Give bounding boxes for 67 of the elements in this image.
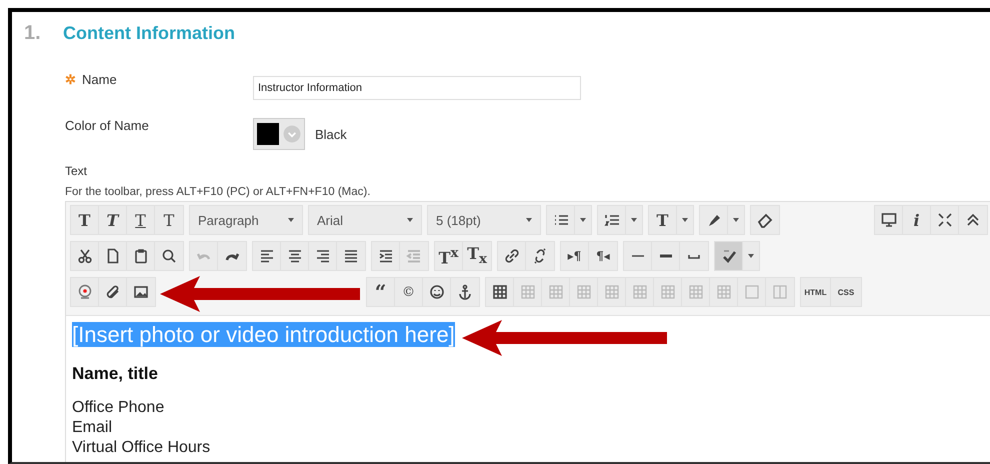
name-input[interactable]: Instructor Information xyxy=(253,76,581,100)
table-grid-icon xyxy=(688,284,704,300)
caret-icon xyxy=(631,218,637,222)
bullet-list-icon xyxy=(552,212,568,228)
caret-icon xyxy=(733,218,739,222)
field-label: Name xyxy=(82,72,117,87)
smiley-icon xyxy=(428,284,444,300)
dropdown-select[interactable]: 5 (18pt) xyxy=(427,205,541,235)
caret-icon xyxy=(748,254,754,258)
toolbar-button[interactable] xyxy=(715,242,743,270)
section-number: 1. xyxy=(24,22,42,45)
caret-icon xyxy=(580,218,586,222)
table-grid-icon xyxy=(548,284,564,300)
webcam-icon xyxy=(76,284,92,300)
outdent-icon xyxy=(406,248,422,264)
section-title: Content Information xyxy=(63,23,235,44)
required-mark: ✲ xyxy=(65,72,76,87)
justify-icon xyxy=(343,248,359,264)
editor-text: [Insert photo or video introduction here] xyxy=(72,322,455,347)
table-grid-icon xyxy=(576,284,592,300)
caret-icon xyxy=(526,218,532,222)
field-label: Color of Name xyxy=(65,118,149,133)
color-name: Black xyxy=(315,126,347,142)
clipboard-icon xyxy=(132,248,148,264)
two-column-icon xyxy=(772,284,788,300)
monitor-icon xyxy=(880,212,896,228)
field-label: Text xyxy=(65,164,88,178)
double-chevron-up-icon xyxy=(965,212,981,228)
text-editor[interactable]: T T T T Paragraph Arial 5 (18pt) T i T$^{x}$ T$_{x}$ ▸¶ ¶◂ “ © HTML CSS [Insert photo or video introduction here] Name, title Office Phone Email Virtual Office Hours xyxy=(65,201,990,462)
caret-icon xyxy=(288,218,294,222)
page-icon xyxy=(104,248,120,264)
chevron-down-icon xyxy=(283,125,301,143)
search-icon xyxy=(161,248,177,264)
thin-line-icon xyxy=(630,254,646,258)
indent-icon xyxy=(378,248,394,264)
table-icon xyxy=(492,284,508,300)
image-icon xyxy=(133,284,149,300)
editor-text: Email xyxy=(72,419,112,436)
dropdown-select[interactable]: Paragraph xyxy=(189,205,303,235)
space-icon xyxy=(686,254,702,258)
caret-icon xyxy=(407,218,413,222)
table-grid-icon xyxy=(604,284,620,300)
caret-icon xyxy=(682,218,688,222)
align-center-icon xyxy=(286,248,302,264)
anchor-icon xyxy=(457,284,473,300)
align-right-icon xyxy=(314,248,330,264)
editor-text: Office Phone xyxy=(72,399,164,416)
dropdown-select[interactable]: Arial xyxy=(308,205,422,235)
table-grid-icon xyxy=(520,284,536,300)
numbered-list-icon xyxy=(604,212,620,228)
table-grid-icon xyxy=(716,284,732,300)
toolbar-hint: For the toolbar, press ALT+F10 (PC) or ALT+FN+F10 (Mac). xyxy=(65,186,372,198)
editor-text: Name, title xyxy=(72,364,158,383)
table-grid-icon xyxy=(660,284,676,300)
scissors-icon xyxy=(76,248,92,264)
square-icon xyxy=(744,284,760,300)
editor-text: Virtual Office Hours xyxy=(72,439,210,456)
link-icon xyxy=(504,248,520,264)
broken-link-icon xyxy=(532,248,548,264)
table-grid-icon xyxy=(632,284,648,300)
eraser-icon xyxy=(757,212,773,228)
expand-icon xyxy=(936,212,952,228)
color-picker[interactable] xyxy=(253,118,305,150)
paperclip-icon xyxy=(104,284,120,300)
align-left-icon xyxy=(258,248,274,264)
thick-line-icon xyxy=(658,254,674,258)
checkmark-icon xyxy=(720,248,736,264)
